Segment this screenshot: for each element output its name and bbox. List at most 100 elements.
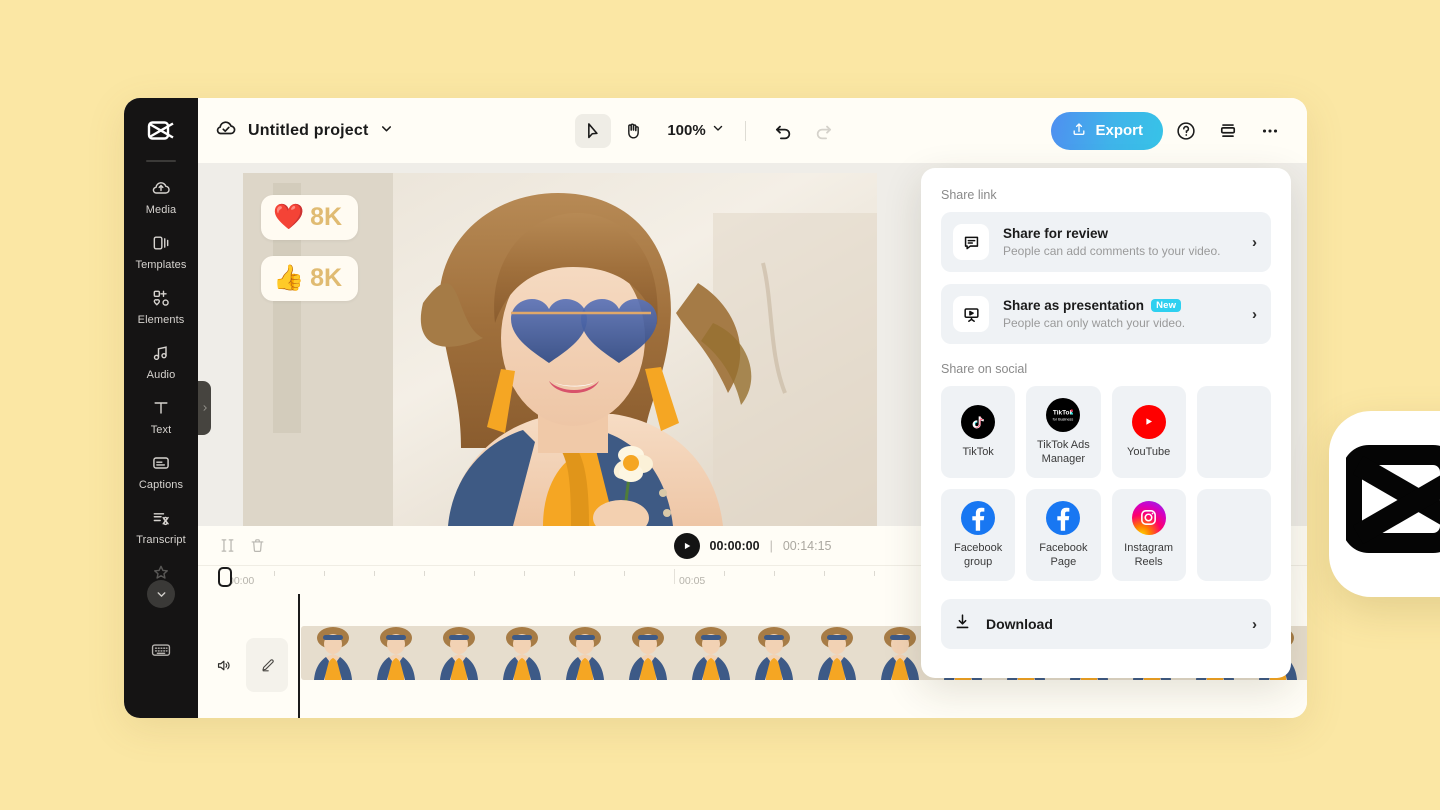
playhead-handle[interactable]: [218, 567, 232, 587]
delete-clip-button[interactable]: [242, 532, 272, 560]
sidebar-item-effects[interactable]: [124, 553, 198, 596]
thumbs-up-icon: 👍: [273, 266, 304, 291]
sidebar-item-audio[interactable]: Audio: [124, 333, 198, 388]
facebook-icon: [961, 501, 995, 535]
layers-button[interactable]: [1209, 112, 1247, 150]
capcut-logo-icon: [1346, 443, 1440, 565]
social-tile-label: Facebook group: [945, 542, 1011, 570]
zoom-level-select[interactable]: 100%: [667, 121, 724, 140]
social-tile-label: Facebook Page: [1030, 542, 1096, 570]
sidebar-item-media[interactable]: Media: [124, 168, 198, 223]
social-tile-label: TikTok: [962, 446, 993, 460]
social-tile-instagram-reels[interactable]: Instagram Reels: [1112, 489, 1186, 581]
share-row-subtitle: People can only watch your video.: [1003, 316, 1238, 330]
chevron-down-icon[interactable]: [379, 121, 394, 141]
video-preview[interactable]: ❤️ 8K 👍 8K: [243, 173, 877, 526]
clip-thumbnail: [742, 626, 805, 680]
left-sidebar: Media Templates: [124, 98, 198, 718]
page-title: Untitled project: [248, 122, 369, 140]
hidden-social-icon: [1217, 412, 1251, 446]
heart-reaction-count: 8K: [310, 203, 342, 232]
sidebar-item-elements[interactable]: Elements: [124, 278, 198, 333]
capcut-logo-icon[interactable]: [141, 112, 181, 148]
svg-text:for Business: for Business: [1053, 417, 1074, 421]
chevron-down-icon: [711, 121, 725, 140]
clip-thumbnail: [364, 626, 427, 680]
split-clip-button[interactable]: [212, 532, 242, 560]
time-separator: |: [770, 539, 773, 553]
sidebar-item-label: Text: [151, 424, 172, 436]
social-tile-hidden-2[interactable]: [1197, 489, 1271, 581]
cloud-check-icon: [214, 116, 238, 145]
sidebar-item-templates[interactable]: Templates: [124, 223, 198, 278]
cloud-upload-icon: [150, 177, 172, 199]
export-button[interactable]: Export: [1051, 112, 1163, 150]
social-tile-label: Instagram Reels: [1116, 542, 1182, 570]
top-toolbar: Untitled project: [198, 98, 1307, 163]
current-time[interactable]: 00:00:00: [710, 539, 760, 553]
social-tile-facebook-page[interactable]: Facebook Page: [1026, 489, 1100, 581]
chevron-right-icon[interactable]: ›: [1252, 306, 1257, 323]
edit-clip-button[interactable]: [246, 638, 288, 692]
captions-icon: [150, 452, 172, 474]
reaction-stickers: ❤️ 8K 👍 8K: [261, 195, 358, 301]
thumbs-up-reaction-count: 8K: [310, 264, 342, 293]
social-tile-tiktok[interactable]: TikTok: [941, 386, 1015, 478]
sidebar-collapse-handle[interactable]: [198, 381, 211, 435]
elements-icon: [150, 287, 172, 309]
download-label: Download: [986, 616, 1238, 632]
upload-icon: [1071, 121, 1087, 141]
total-duration[interactable]: 00:14:15: [783, 539, 832, 553]
play-button[interactable]: [674, 533, 700, 559]
download-arrow-icon: [953, 612, 972, 636]
clip-thumbnail: [427, 626, 490, 680]
thumbs-up-reaction-sticker[interactable]: 👍 8K: [261, 256, 358, 301]
playhead-line: [298, 594, 300, 718]
instagram-icon: [1132, 501, 1166, 535]
redo-button[interactable]: [806, 114, 842, 148]
share-social-section-title: Share on social: [941, 362, 1271, 376]
presentation-icon: [953, 296, 989, 332]
chevron-right-icon[interactable]: ›: [1252, 234, 1257, 251]
facebook-icon: [1046, 501, 1080, 535]
keyboard-icon: [150, 639, 172, 661]
sidebar-item-transcript[interactable]: Transcript: [124, 498, 198, 553]
text-t-icon: [150, 397, 172, 419]
heart-reaction-sticker[interactable]: ❤️ 8K: [261, 195, 358, 240]
speaker-icon[interactable]: [212, 654, 234, 676]
tiktok-ads-manager-icon: TikTok for Business: [1046, 398, 1080, 432]
social-tile-label: TikTok Ads Manager: [1030, 439, 1096, 467]
sidebar-item-keyboard-shortcuts[interactable]: [124, 630, 198, 668]
undo-button[interactable]: [766, 114, 802, 148]
sidebar-item-label: Templates: [135, 259, 186, 271]
clip-thumbnail: [805, 626, 868, 680]
hidden-social-icon: [1217, 515, 1251, 549]
download-row[interactable]: Download ›: [941, 599, 1271, 649]
social-share-grid: TikTok TikTok for Business TikTok Ads Ma…: [941, 386, 1271, 581]
share-for-review-row[interactable]: Share for review People can add comments…: [941, 212, 1271, 272]
chevron-right-icon[interactable]: ›: [1252, 616, 1257, 633]
zoom-level-value: 100%: [667, 122, 705, 139]
social-tile-hidden-1[interactable]: [1197, 386, 1271, 478]
select-tool-button[interactable]: [575, 114, 611, 148]
clip-thumbnail: [301, 626, 364, 680]
help-button[interactable]: [1167, 112, 1205, 150]
project-name-menu[interactable]: Untitled project: [214, 116, 394, 145]
social-tile-facebook-group[interactable]: Facebook group: [941, 489, 1015, 581]
share-row-subtitle: People can add comments to your video.: [1003, 244, 1238, 258]
sidebar-item-label: Audio: [147, 369, 176, 381]
social-tile-youtube[interactable]: YouTube: [1112, 386, 1186, 478]
sidebar-item-text[interactable]: Text: [124, 388, 198, 443]
sidebar-item-captions[interactable]: Captions: [124, 443, 198, 498]
rail-divider: [146, 160, 176, 162]
clip-thumbnail: [490, 626, 553, 680]
share-row-title: Share as presentation: [1003, 298, 1144, 313]
sidebar-item-label: Captions: [139, 479, 183, 491]
status-badge: New: [1151, 299, 1181, 312]
clip-thumbnail: [616, 626, 679, 680]
share-as-presentation-row[interactable]: Share as presentation New People can onl…: [941, 284, 1271, 344]
social-tile-tiktok-ads-manager[interactable]: TikTok for Business TikTok Ads Manager: [1026, 386, 1100, 478]
more-options-button[interactable]: [1251, 112, 1289, 150]
hand-tool-button[interactable]: [615, 114, 651, 148]
tiktok-icon: [961, 405, 995, 439]
